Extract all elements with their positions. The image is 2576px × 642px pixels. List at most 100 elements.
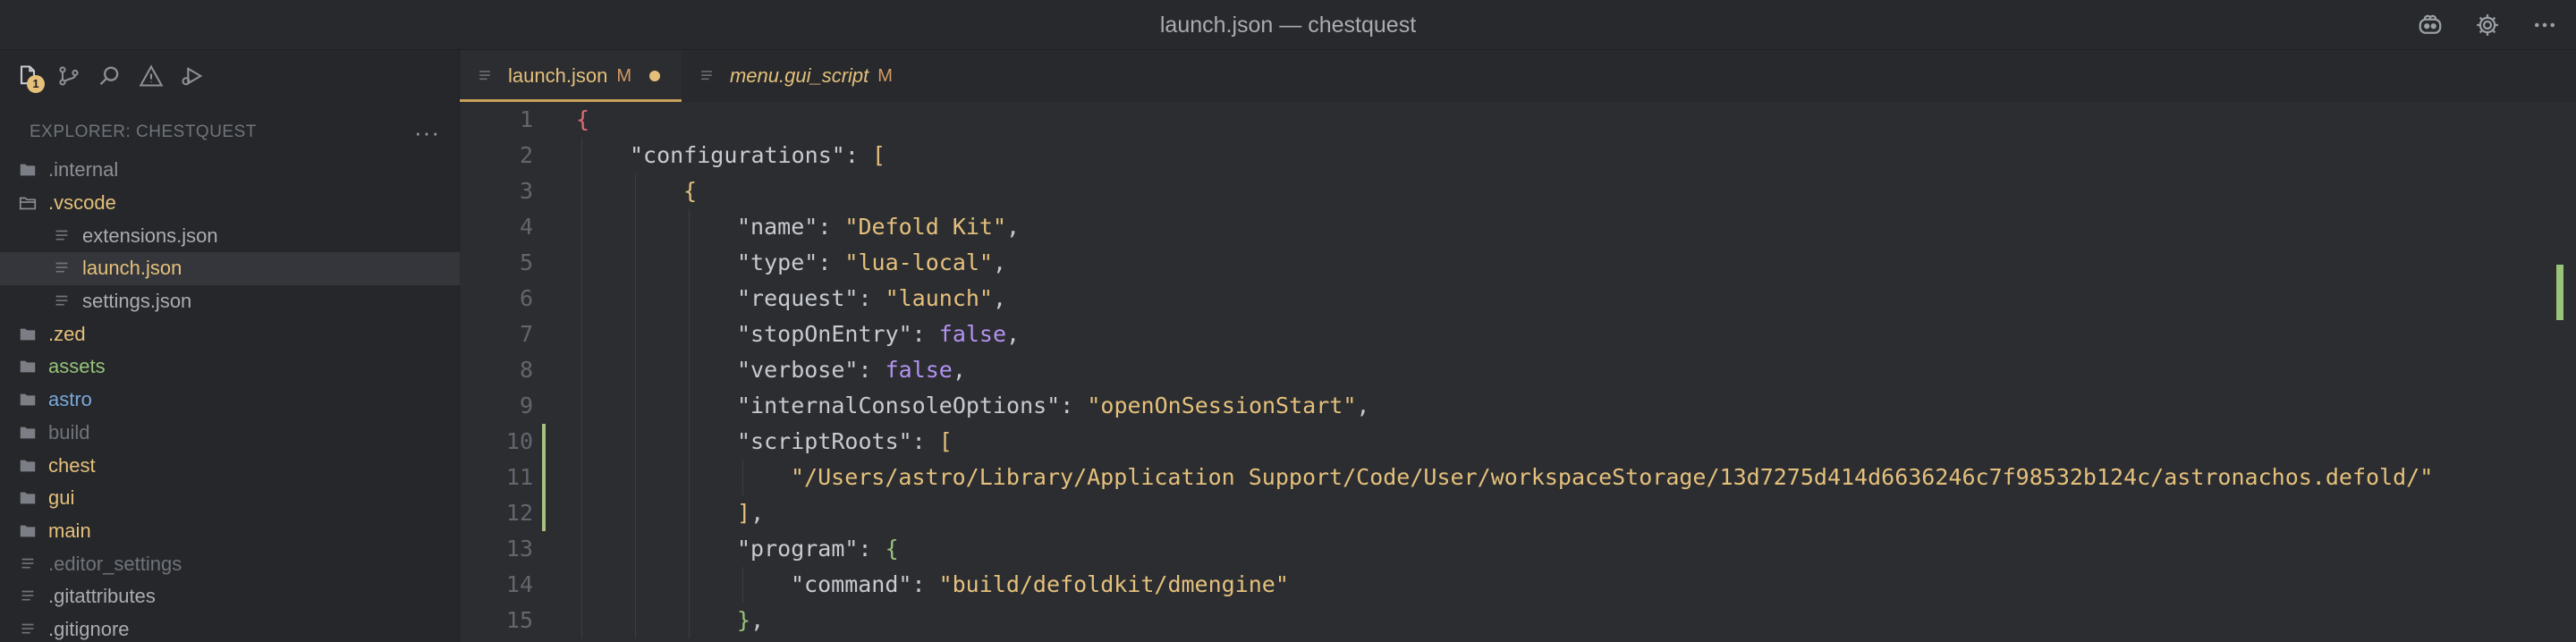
sidebar: 1 EXPLORER: CHESTQUEST ··· .internal .vs…: [0, 50, 460, 642]
code-text: "verbose": false,: [737, 352, 966, 388]
code-token: ,: [1006, 321, 1021, 347]
problems-icon[interactable]: [136, 61, 166, 91]
tree-folder-item[interactable]: .zed: [0, 317, 460, 351]
code-line[interactable]: 12],: [460, 495, 2576, 531]
tree-folder-item[interactable]: assets: [0, 351, 460, 384]
code-text: "command": "build/defoldkit/dmengine": [791, 567, 1289, 603]
code-text: },: [737, 603, 764, 638]
tree-folder-item[interactable]: astro: [0, 384, 460, 417]
tree-folder-item[interactable]: build: [0, 417, 460, 450]
indent-guide: [581, 317, 582, 352]
indent-guide: [689, 245, 690, 281]
indent-guide: [689, 460, 690, 495]
editor-tab[interactable]: menu.gui_script M: [682, 50, 914, 102]
indent-guide: [742, 460, 743, 495]
window-title: launch.json — chestquest: [1159, 13, 1417, 38]
copilot-icon[interactable]: [2415, 10, 2445, 40]
code-token: [: [938, 428, 953, 454]
source-control-icon[interactable]: [54, 61, 84, 91]
code-line[interactable]: 7 "stopOnEntry": false,: [460, 317, 2576, 352]
code-line[interactable]: 8 "verbose": false,: [460, 352, 2576, 388]
code-token: "verbose": [737, 357, 859, 383]
activity-bar: 1: [0, 50, 460, 102]
line-number: 2: [519, 142, 533, 168]
code-line[interactable]: 5 "type": "lua-local",: [460, 245, 2576, 281]
code-token: "internalConsoleOptions": [737, 393, 1061, 418]
explorer-header: EXPLORER: CHESTQUEST ···: [0, 113, 460, 152]
code-token: "openOnSessionStart": [1087, 393, 1357, 418]
code-token: "stopOnEntry": [737, 321, 912, 347]
code-editor[interactable]: 1{ 2 "configurations": [3{4 "name": "Defold…: [460, 102, 2576, 642]
tree-item-label: .gitattributes: [48, 585, 156, 608]
code-line[interactable]: 10 "scriptRoots": [: [460, 424, 2576, 460]
code-token: ,: [993, 249, 1007, 275]
file-icon: [698, 67, 716, 85]
code-token: "scriptRoots": [737, 428, 912, 454]
code-line[interactable]: 6 "request": "launch",: [460, 281, 2576, 317]
tree-item-label: .internal: [48, 158, 119, 182]
modified-gutter-marker: [542, 460, 546, 495]
folder-icon: [18, 325, 38, 344]
editor-tab[interactable]: launch.json M: [460, 50, 682, 102]
tree-file-item[interactable]: .gitignore: [0, 613, 460, 642]
code-line[interactable]: 4 "name": "Defold Kit",: [460, 209, 2576, 245]
folder-icon: [18, 456, 38, 476]
file-icon: [18, 587, 38, 606]
code-line[interactable]: 9 "internalConsoleOptions": "openOnSessio…: [460, 388, 2576, 424]
tree-folder-item[interactable]: .internal: [0, 154, 460, 187]
code-line[interactable]: 15},: [460, 603, 2576, 638]
indent-guide: [581, 138, 582, 173]
indent-guide: [635, 531, 636, 567]
code-line[interactable]: 14 "command": "build/defoldkit/dmengine": [460, 567, 2576, 603]
file-icon: [18, 620, 38, 639]
indent-guide: [689, 209, 690, 245]
code-line[interactable]: 13 "program": {: [460, 531, 2576, 567]
indent-guide: [689, 531, 690, 567]
code-token: "program": [737, 536, 859, 562]
run-debug-icon[interactable]: [177, 61, 208, 91]
tab-git-status: M: [616, 65, 631, 86]
tree-item-label: assets: [48, 355, 106, 378]
indent-guide: [689, 495, 690, 531]
tree-folder-item[interactable]: .vscode: [0, 187, 460, 220]
tree-folder-item[interactable]: gui: [0, 482, 460, 515]
tree-file-item[interactable]: .gitattributes: [0, 580, 460, 613]
more-icon[interactable]: [2529, 10, 2560, 40]
code-token: "name": [737, 214, 818, 240]
code-line[interactable]: 1{: [460, 102, 2576, 138]
code-line[interactable]: 2 "configurations": [: [460, 138, 2576, 173]
line-number: 8: [519, 357, 533, 383]
explorer-more-button[interactable]: ···: [414, 121, 440, 144]
line-number: 13: [505, 536, 533, 562]
code-token: {: [683, 178, 698, 204]
indent-guide: [635, 567, 636, 603]
code-line[interactable]: 11 "/Users/astro/Library/Application Supp…: [460, 460, 2576, 495]
code-token: ,: [952, 357, 966, 383]
indent-guide: [581, 495, 582, 531]
tree-folder-item[interactable]: main: [0, 515, 460, 548]
tree-item-label: build: [48, 420, 90, 443]
gear-icon[interactable]: [2472, 10, 2503, 40]
tree-file-item[interactable]: .editor_settings: [0, 547, 460, 580]
indent-guide: [581, 209, 582, 245]
code-token: :: [858, 357, 886, 383]
indent-guide: [581, 388, 582, 424]
explorer-icon[interactable]: 1: [13, 61, 45, 93]
code-token: :: [911, 428, 939, 454]
modified-gutter-marker: [542, 424, 546, 460]
search-icon[interactable]: [95, 61, 125, 91]
code-token: "configurations": [630, 142, 845, 168]
tree-file-item[interactable]: extensions.json: [0, 219, 460, 252]
unsaved-dot-icon[interactable]: [648, 71, 660, 81]
line-number: 12: [505, 500, 533, 526]
tab-label: launch.json: [508, 64, 608, 87]
file-icon: [476, 67, 494, 85]
tree-item-label: main: [48, 519, 91, 542]
code-line[interactable]: 3{: [460, 173, 2576, 209]
code-token: "type": [737, 249, 818, 275]
tree-file-item[interactable]: launch.json: [0, 252, 460, 285]
file-icon: [52, 258, 72, 278]
tree-folder-item[interactable]: chest: [0, 449, 460, 482]
editor-window: launch.json — chestquest 1 EXPLORER: CHE…: [0, 0, 2576, 642]
tree-file-item[interactable]: settings.json: [0, 285, 460, 318]
